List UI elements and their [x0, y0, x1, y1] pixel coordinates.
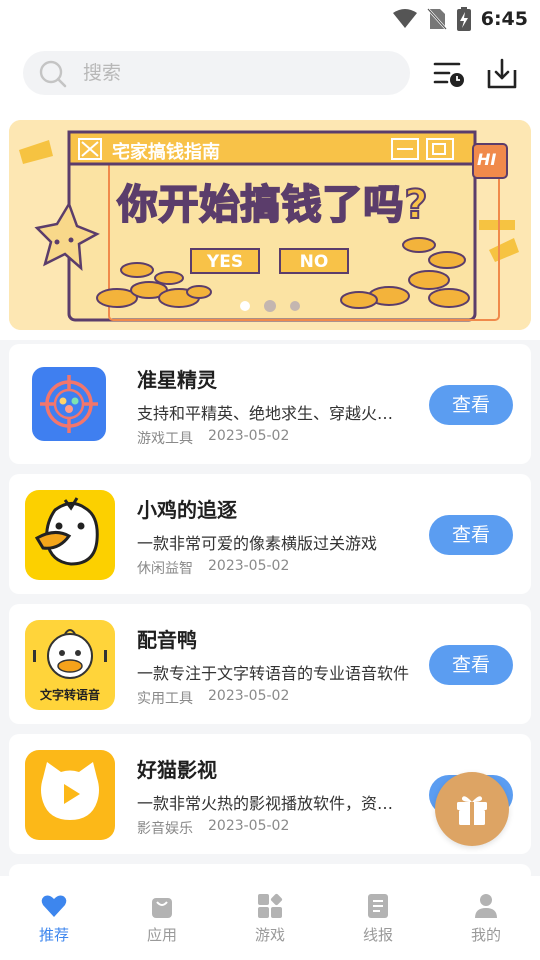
app-meta: 休闲益智 2023-05-02 — [137, 558, 289, 578]
banner-window-title: 宅家搞钱指南 — [112, 142, 220, 163]
app-title: 小鸡的追逐 — [137, 498, 237, 522]
app-icon-caption: 文字转语音 — [39, 688, 100, 702]
view-button[interactable]: 查看 — [429, 385, 513, 425]
bag-icon — [152, 898, 172, 918]
nav-item-apps[interactable]: 应用 — [108, 876, 216, 960]
nav-label: 我的 — [470, 926, 501, 944]
app-title: 准星精灵 — [137, 368, 217, 392]
crosshair-icon — [32, 367, 106, 441]
top-bar: 搜索 — [0, 38, 540, 112]
list-item[interactable]: 小鸡的追逐 一款非常可爱的像素横版过关游戏 休闲益智 2023-05-02 查看 — [9, 474, 531, 594]
nav-item-news[interactable]: 线报 — [324, 876, 432, 960]
nav-item-profile[interactable]: 我的 — [432, 876, 540, 960]
list-item[interactable]: 文字转语音 配音鸭 一款专注于文字转语音的专业语音软件 实用工具 2023-05… — [9, 604, 531, 724]
duck-icon: 文字转语音 — [25, 620, 115, 710]
user-icon — [475, 894, 497, 918]
status-bar: 6:45 — [0, 0, 540, 38]
app-category: 游戏工具 — [137, 431, 193, 447]
heart-icon — [41, 895, 67, 917]
gift-button[interactable] — [435, 772, 509, 846]
nav-label: 应用 — [146, 926, 177, 944]
banner-no-button[interactable]: NO — [279, 248, 349, 274]
view-button[interactable]: 查看 — [429, 515, 513, 555]
nav-label: 游戏 — [254, 926, 285, 944]
list-item[interactable]: 准星精灵 支持和平精英、绝地求生、穿越火线等游戏 游戏工具 2023-05-02… — [9, 344, 531, 464]
banner-headline: 你开始搞钱了吗? — [116, 181, 429, 229]
app-description: 一款非常火热的影视播放软件，资源丰富 — [137, 794, 409, 813]
app-meta: 影音娱乐 2023-05-02 — [137, 818, 289, 838]
app-date: 2023-05-02 — [208, 428, 290, 444]
app-title: 好猫影视 — [137, 758, 217, 782]
app-category: 休闲益智 — [137, 561, 193, 577]
status-time: 6:45 — [480, 8, 528, 30]
nav-item-recommend[interactable]: 推荐 — [0, 876, 108, 960]
nav-label: 线报 — [362, 926, 393, 944]
status-icons: 6:45 — [392, 6, 528, 32]
wifi-icon — [392, 9, 417, 28]
banner-yes-button[interactable]: YES — [190, 248, 260, 274]
app-date: 2023-05-02 — [208, 558, 290, 574]
nav-item-games[interactable]: 游戏 — [216, 876, 324, 960]
app-category: 影音娱乐 — [137, 821, 193, 837]
banner-badge: HI — [477, 150, 497, 169]
app-meta: 游戏工具 2023-05-02 — [137, 428, 289, 448]
history-list-icon[interactable] — [433, 58, 465, 90]
app-date: 2023-05-02 — [208, 818, 290, 834]
view-button[interactable]: 查看 — [429, 645, 513, 685]
app-meta: 实用工具 2023-05-02 — [137, 688, 289, 708]
banner-carousel[interactable]: 宅家搞钱指南 你开始搞钱了吗? YES NO HI — [9, 120, 531, 330]
app-title: 配音鸭 — [137, 628, 197, 652]
gift-icon — [457, 796, 487, 825]
blocks-icon — [258, 893, 283, 918]
cat-play-icon — [25, 750, 115, 840]
nav-label: 推荐 — [38, 926, 69, 944]
search-input[interactable]: 搜索 — [23, 51, 410, 95]
chick-icon — [25, 490, 115, 580]
battery-charging-icon — [456, 7, 471, 31]
bottom-navigation: 推荐 应用 游戏 线报 我的 — [0, 876, 540, 960]
search-placeholder: 搜索 — [83, 62, 122, 84]
download-icon[interactable] — [486, 58, 518, 90]
no-sim-icon — [426, 8, 447, 30]
app-description: 一款专注于文字转语音的专业语音软件 — [137, 664, 409, 683]
document-icon — [368, 894, 388, 918]
app-description: 一款非常可爱的像素横版过关游戏 — [137, 534, 378, 553]
app-description: 支持和平精英、绝地求生、穿越火线等游戏 — [137, 404, 409, 423]
search-icon — [39, 60, 67, 88]
app-category: 实用工具 — [137, 691, 193, 707]
banner-section: 宅家搞钱指南 你开始搞钱了吗? YES NO HI — [0, 112, 540, 340]
app-date: 2023-05-02 — [208, 688, 290, 704]
